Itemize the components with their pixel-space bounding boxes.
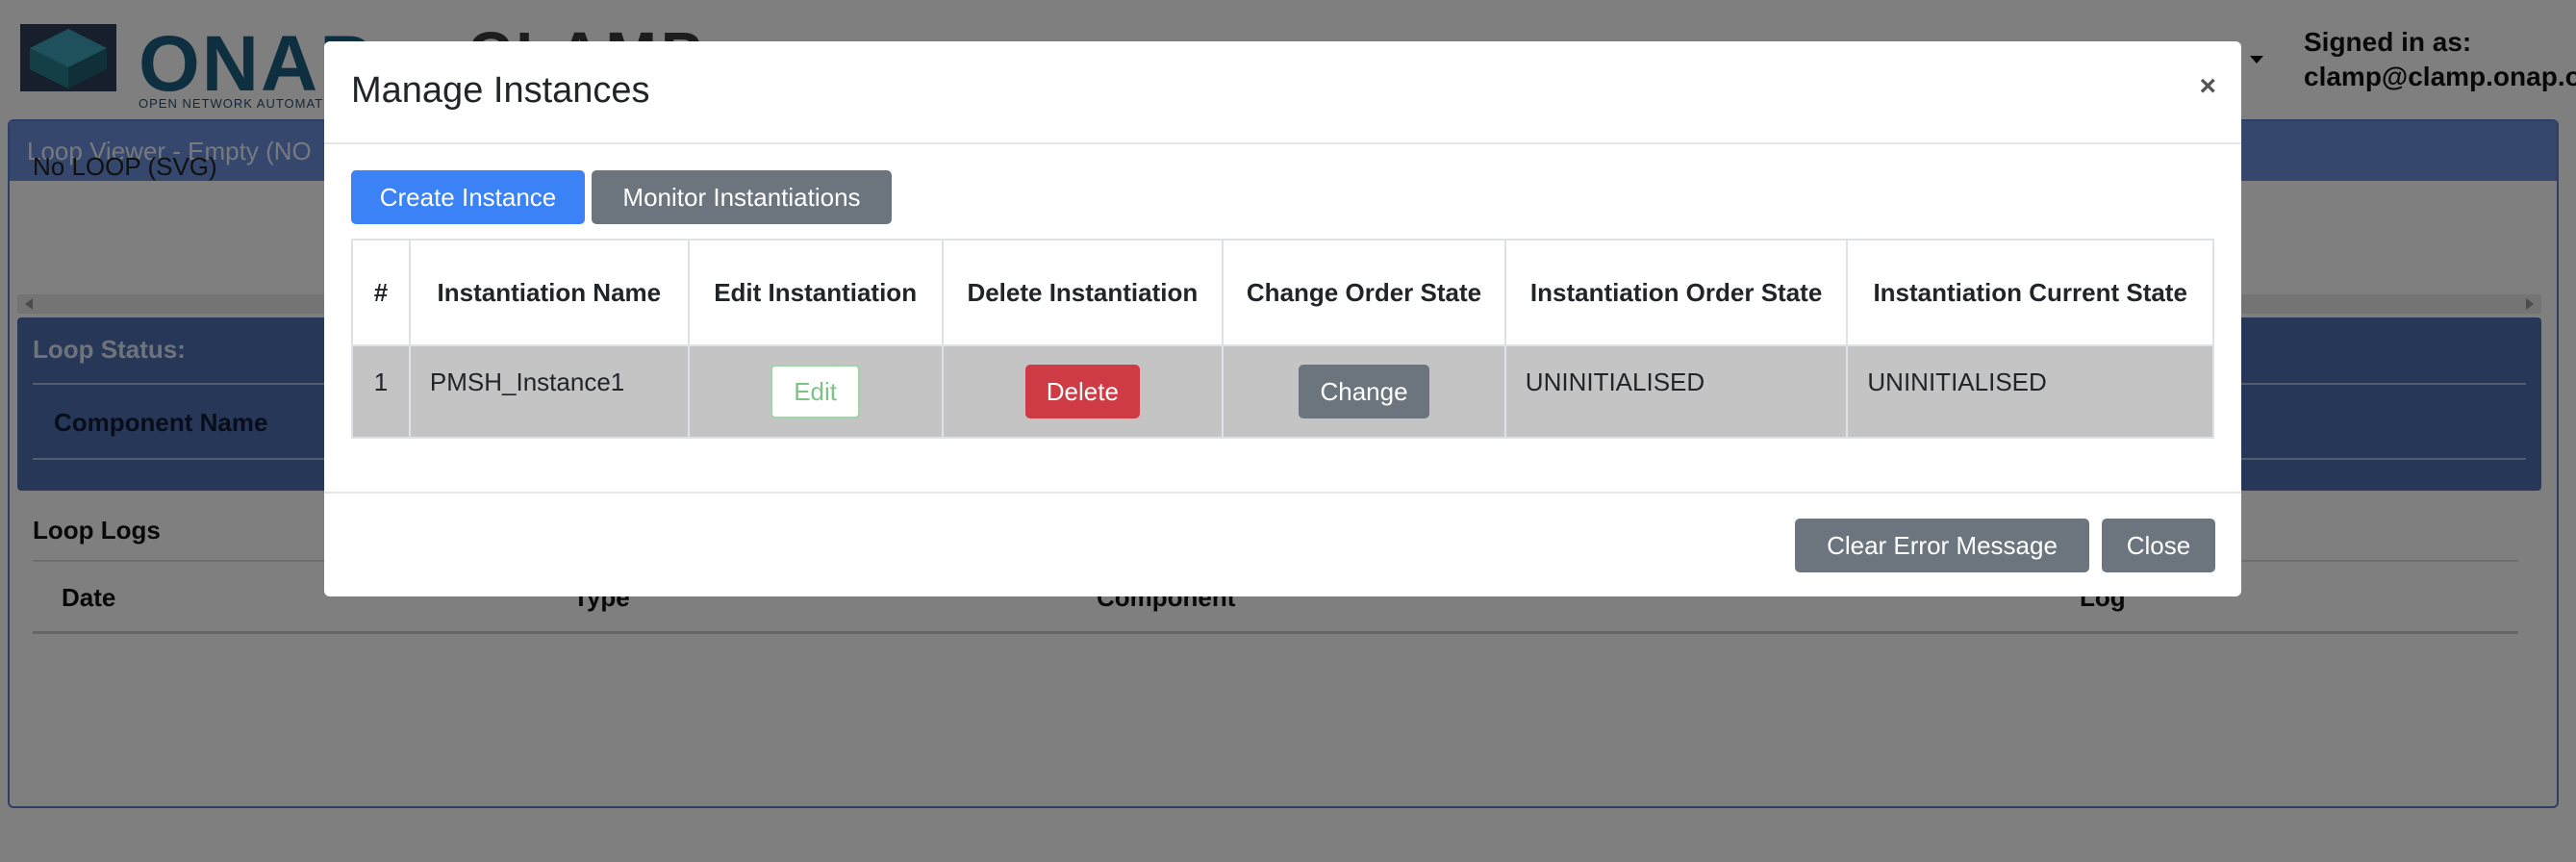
instance-name: PMSH_Instance1: [408, 344, 690, 439]
clear-error-message-button[interactable]: Clear Error Message: [1795, 519, 2089, 572]
column-header-edit: Edit Instantiation: [687, 239, 944, 346]
column-header-current-state: Instantiation Current State: [1846, 239, 2214, 346]
column-header-number: #: [351, 239, 411, 346]
row-number: 1: [351, 344, 411, 439]
column-header-order-state: Instantiation Order State: [1503, 239, 1849, 346]
close-icon[interactable]: ×: [2199, 70, 2216, 103]
column-header-delete: Delete Instantiation: [941, 239, 1225, 346]
table-row: 1 PMSH_Instance1 Edit Delete Change UNIN…: [351, 344, 2214, 439]
change-order-state-button[interactable]: Change: [1299, 365, 1429, 418]
monitor-instantiations-button[interactable]: Monitor Instantiations: [592, 170, 892, 224]
edit-cell: Edit: [687, 344, 944, 439]
table-header-row: # Instantiation Name Edit Instantiation …: [351, 239, 2214, 346]
close-button[interactable]: Close: [2102, 519, 2215, 572]
instances-table: # Instantiation Name Edit Instantiation …: [351, 239, 2214, 439]
column-header-name: Instantiation Name: [408, 239, 690, 346]
manage-instances-modal: Manage Instances × Create Instance Monit…: [324, 41, 2241, 596]
change-cell: Change: [1222, 344, 1506, 439]
order-state: UNINITIALISED: [1503, 344, 1849, 439]
current-state: UNINITIALISED: [1846, 344, 2214, 439]
modal-header: Manage Instances ×: [324, 41, 2241, 144]
modal-footer-divider: [324, 492, 2241, 494]
create-instance-button[interactable]: Create Instance: [351, 170, 585, 224]
edit-instance-button[interactable]: Edit: [770, 365, 861, 418]
modal-title: Manage Instances: [351, 70, 650, 111]
delete-cell: Delete: [941, 344, 1225, 439]
delete-instance-button[interactable]: Delete: [1024, 365, 1140, 418]
column-header-change-order: Change Order State: [1222, 239, 1506, 346]
